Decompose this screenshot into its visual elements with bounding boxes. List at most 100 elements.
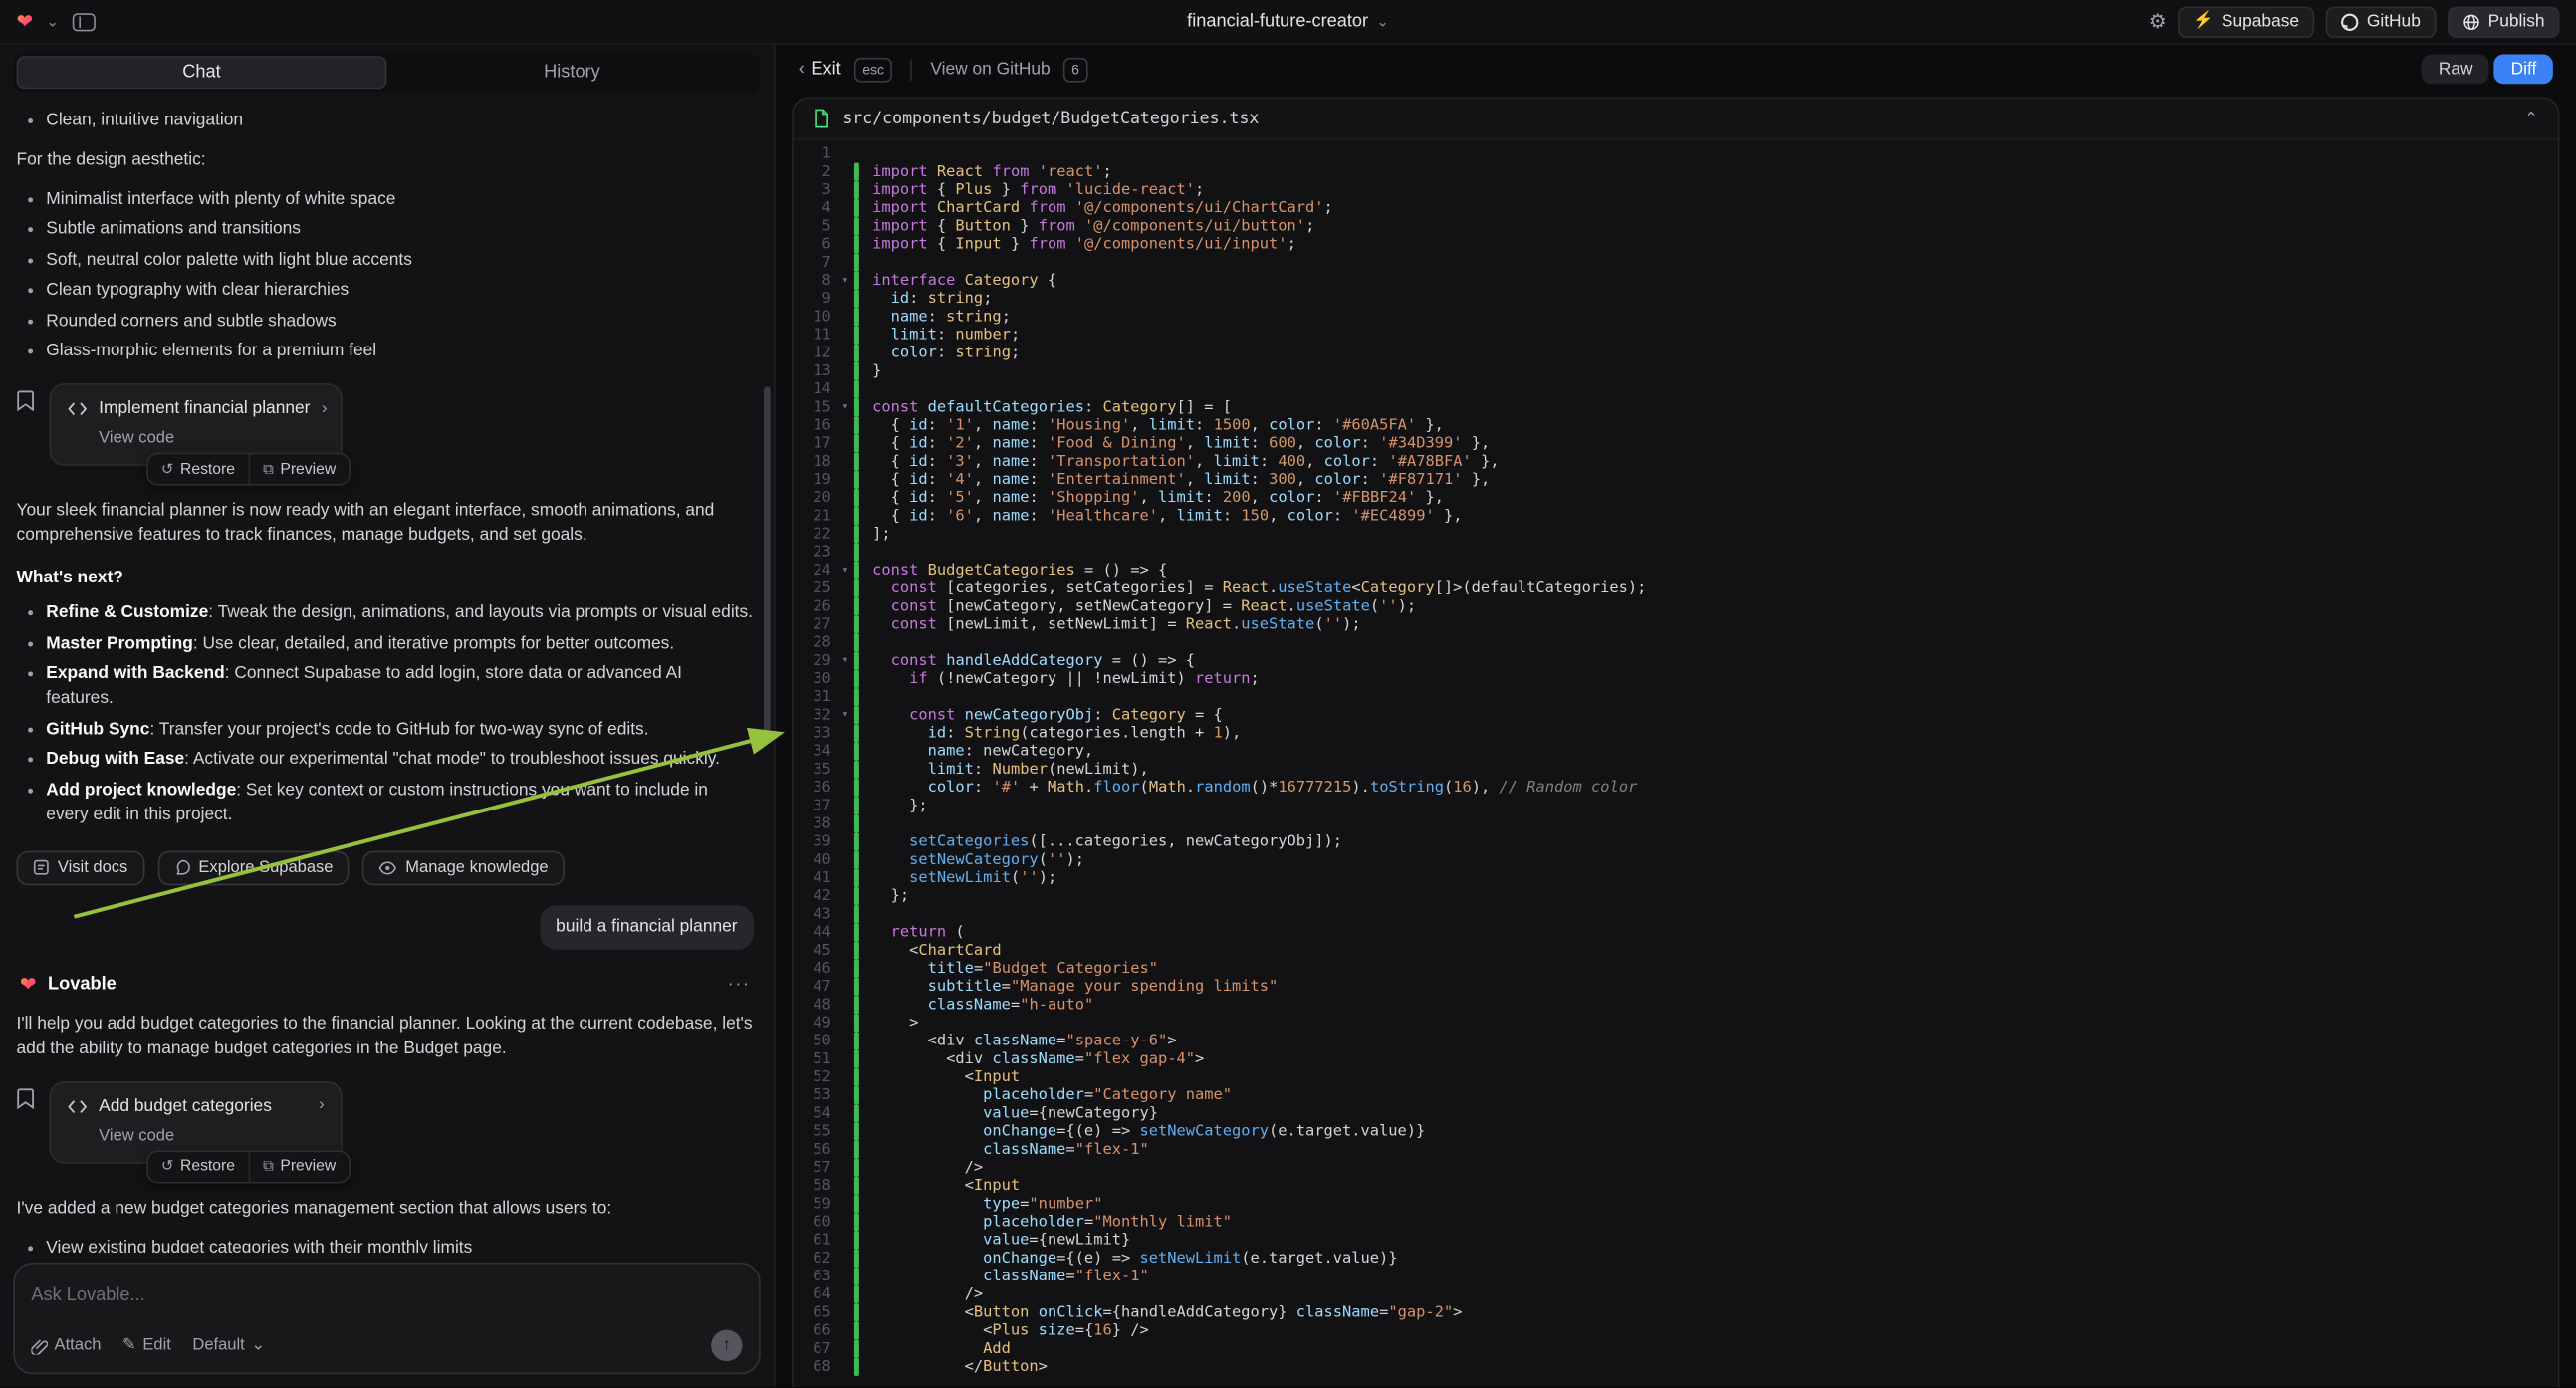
code-line: 68 </Button>: [794, 1358, 2558, 1376]
diff-added-marker: [854, 308, 859, 326]
line-number: 33: [794, 724, 836, 742]
user-message: build a financial planner: [540, 904, 754, 949]
fold-toggle-icon[interactable]: ▾: [836, 652, 854, 670]
manage-knowledge-button[interactable]: Manage knowledge: [362, 850, 565, 885]
bookmark-icon[interactable]: [17, 390, 35, 411]
preview-button[interactable]: ⧉ Preview: [248, 1151, 349, 1181]
fold-toggle-icon[interactable]: ▾: [836, 562, 854, 579]
exit-button[interactable]: ‹ Exit: [799, 60, 841, 80]
workspace-chevron-down-icon[interactable]: ⌄: [46, 14, 58, 29]
diff-added-marker: [854, 832, 859, 850]
code-line: 11 limit: number;: [794, 326, 2558, 344]
design-bullet-list: Minimalist interface with plenty of whit…: [17, 187, 755, 364]
diff-added-marker: [854, 670, 859, 688]
code-line: 8▾interface Category {: [794, 272, 2558, 290]
code-line: 3import { Plus } from 'lucide-react';: [794, 181, 2558, 199]
diff-added-marker: [854, 562, 859, 579]
diff-added-marker: [854, 869, 859, 887]
fold-gutter: [836, 743, 854, 761]
code-text: import { Button } from '@/components/ui/…: [872, 217, 1314, 235]
line-number: 42: [794, 887, 836, 905]
settings-gear-icon[interactable]: ⚙: [2149, 10, 2167, 33]
fold-gutter: [836, 144, 854, 162]
diff-added-marker: [854, 163, 859, 181]
fold-gutter: [836, 887, 854, 905]
explore-supabase-button[interactable]: Explore Supabase: [157, 850, 350, 885]
sidebar-toggle-icon[interactable]: [72, 12, 95, 30]
code-line: 57 />: [794, 1159, 2558, 1177]
chat-scrollbar[interactable]: [764, 386, 771, 735]
list-item: View existing budget categories with the…: [46, 1236, 754, 1253]
tab-history[interactable]: History: [386, 56, 757, 89]
send-button[interactable]: ↑: [711, 1330, 742, 1361]
code-line: 20 { id: '5', name: 'Shopping', limit: 2…: [794, 489, 2558, 507]
view-code-link[interactable]: View code: [99, 426, 324, 451]
line-number: 58: [794, 1177, 836, 1195]
raw-toggle-button[interactable]: Raw: [2422, 55, 2489, 85]
chevron-left-icon: ‹: [799, 60, 805, 80]
chat-input[interactable]: [31, 1285, 742, 1305]
line-number: 3: [794, 181, 836, 199]
github-button[interactable]: GitHub: [2326, 6, 2436, 37]
publish-button[interactable]: Publish: [2447, 6, 2559, 37]
fold-toggle-icon[interactable]: ▾: [836, 706, 854, 724]
code-line: 1: [794, 144, 2558, 162]
diff-added-marker: [854, 416, 859, 434]
line-number: 52: [794, 1068, 836, 1086]
file-header[interactable]: src/components/budget/BudgetCategories.t…: [794, 99, 2558, 139]
line-number: 67: [794, 1340, 836, 1358]
code-line: 38: [794, 814, 2558, 832]
version-card-add-budget-categories[interactable]: Add budget categories › View code ↺ Rest…: [50, 1080, 343, 1163]
fold-gutter: [836, 308, 854, 326]
message-more-options-icon[interactable]: ···: [728, 975, 751, 995]
code-editor[interactable]: 12import React from 'react';3import { Pl…: [794, 140, 2558, 1388]
line-number: 5: [794, 217, 836, 235]
version-card-implement-financial-planner[interactable]: Implement financial planner › View code …: [50, 383, 343, 466]
lovable-logo-heart-icon[interactable]: ❤: [17, 12, 34, 32]
diff-added-marker: [854, 1340, 859, 1358]
bookmark-icon[interactable]: [17, 1087, 35, 1108]
code-line: 48 className="h-auto": [794, 996, 2558, 1014]
tab-chat[interactable]: Chat: [17, 56, 387, 89]
diff-added-marker: [854, 1104, 859, 1122]
code-line: 60 placeholder="Monthly limit": [794, 1213, 2558, 1231]
code-text: id: string;: [872, 290, 992, 308]
view-code-link[interactable]: View code: [99, 1123, 324, 1148]
restore-icon: ↺: [161, 460, 173, 478]
line-number: 26: [794, 597, 836, 615]
diff-toggle-button[interactable]: Diff: [2494, 55, 2553, 85]
restore-button[interactable]: ↺ Restore: [148, 1151, 249, 1181]
code-line: 52 <Input: [794, 1068, 2558, 1086]
preview-button[interactable]: ⧉ Preview: [248, 454, 349, 484]
attach-button[interactable]: Attach: [31, 1336, 101, 1354]
view-on-github-link[interactable]: View on GitHub: [930, 60, 1050, 80]
fold-toggle-icon[interactable]: ▾: [836, 272, 854, 290]
added-bullet-list: View existing budget categories with the…: [17, 1236, 755, 1253]
edit-button[interactable]: ✎ Edit: [122, 1336, 171, 1354]
version-toolbar: ↺ Restore ⧉ Preview: [146, 1150, 351, 1183]
visit-docs-button[interactable]: Visit docs: [17, 850, 144, 885]
scrolled-bullet-list: Clean, intuitive navigation: [17, 108, 755, 132]
code-line: 64 />: [794, 1285, 2558, 1303]
fold-gutter: [836, 290, 854, 308]
diff-added-marker: [854, 761, 859, 779]
line-number: 22: [794, 525, 836, 543]
topbar: ❤ ⌄ financial-future-creator ⌄ ⚙ ⚡ Supab…: [0, 0, 2576, 45]
restore-button[interactable]: ↺ Restore: [148, 454, 249, 484]
diff-added-marker: [854, 1231, 859, 1249]
code-icon: [68, 401, 88, 416]
fold-toggle-icon[interactable]: ▾: [836, 398, 854, 416]
code-line: 32▾ const newCategoryObj: Category = {: [794, 706, 2558, 724]
project-switcher[interactable]: financial-future-creator ⌄: [1187, 0, 1389, 43]
fold-gutter: [836, 1159, 854, 1177]
supabase-button[interactable]: ⚡ Supabase: [2178, 6, 2314, 37]
collapse-chevron-up-icon[interactable]: ⌃: [2524, 110, 2538, 127]
line-number: 64: [794, 1285, 836, 1303]
code-text: setCategories([...categories, newCategor…: [872, 832, 1342, 850]
line-number: 51: [794, 1050, 836, 1068]
fold-gutter: [836, 1321, 854, 1339]
mode-selector[interactable]: Default ⌄: [192, 1336, 265, 1354]
line-number: 56: [794, 1141, 836, 1159]
code-line: 66 <Plus size={16} />: [794, 1321, 2558, 1339]
chat-scroll-area[interactable]: Clean, intuitive navigation For the desi…: [0, 96, 774, 1253]
